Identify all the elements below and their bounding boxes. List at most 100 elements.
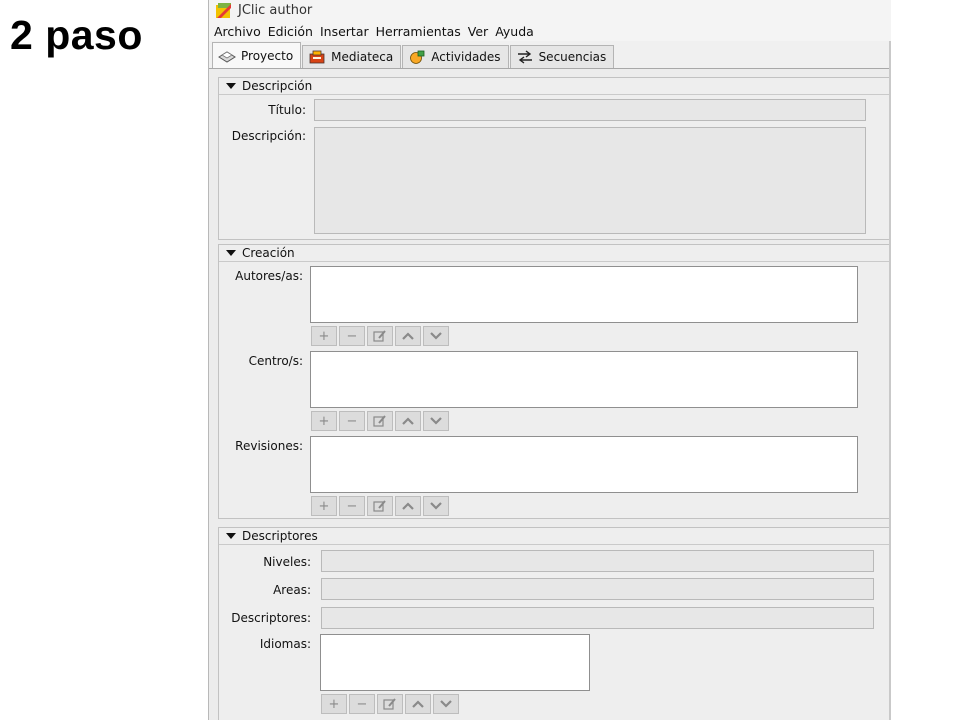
move-down-button[interactable]	[423, 326, 449, 346]
tab-proyecto[interactable]: Proyecto	[212, 42, 302, 68]
add-icon: +	[318, 413, 330, 429]
collapse-triangle-icon	[226, 83, 236, 89]
areas-label: Areas:	[273, 583, 311, 597]
menu-edicion[interactable]: Edición	[268, 24, 313, 39]
jclic-author-window: JClic author Archivo Edición Insertar He…	[208, 0, 891, 720]
move-up-icon	[402, 502, 414, 510]
move-up-button[interactable]	[395, 496, 421, 516]
menu-archivo[interactable]: Archivo	[214, 24, 261, 39]
add-button[interactable]: +	[311, 326, 337, 346]
add-icon: +	[328, 696, 340, 712]
add-button[interactable]: +	[311, 496, 337, 516]
move-down-icon	[430, 332, 442, 340]
panel-title: Descripción	[242, 79, 313, 93]
descripcion-label: Descripción:	[231, 129, 306, 143]
move-down-button[interactable]	[423, 496, 449, 516]
move-down-icon	[440, 700, 452, 708]
remove-icon: −	[356, 696, 368, 712]
move-up-button[interactable]	[395, 411, 421, 431]
autores-list[interactable]	[310, 266, 858, 323]
edit-button[interactable]	[367, 411, 393, 431]
revisiones-list-toolbar: + −	[311, 496, 451, 516]
panel-title: Creación	[242, 246, 295, 260]
collapse-triangle-icon	[226, 533, 236, 539]
activities-icon	[410, 50, 425, 64]
edit-button[interactable]	[367, 326, 393, 346]
tab-secuencias[interactable]: Secuencias	[509, 45, 615, 68]
descriptores-field[interactable]	[321, 607, 874, 629]
window-right-edge	[889, 41, 891, 720]
jclic-logo-icon	[216, 3, 231, 18]
areas-field[interactable]	[321, 578, 874, 600]
centros-list[interactable]	[310, 351, 858, 408]
edit-button[interactable]	[367, 496, 393, 516]
remove-button[interactable]: −	[339, 411, 365, 431]
niveles-field[interactable]	[321, 550, 874, 572]
move-down-icon	[430, 417, 442, 425]
collapse-triangle-icon	[226, 250, 236, 256]
idiomas-list-toolbar: + −	[321, 694, 461, 714]
idiomas-list[interactable]	[320, 634, 590, 691]
tab-label: Proyecto	[241, 48, 294, 63]
move-down-button[interactable]	[423, 411, 449, 431]
add-icon: +	[318, 328, 330, 344]
tab-mediateca[interactable]: Mediateca	[302, 45, 402, 68]
move-down-button[interactable]	[433, 694, 459, 714]
descripcion-panel: Descripción Título: Descripción:	[218, 77, 891, 240]
sequences-icon	[517, 50, 532, 64]
edit-icon	[373, 330, 386, 342]
menu-herramientas[interactable]: Herramientas	[376, 24, 461, 39]
tab-label: Mediateca	[331, 50, 394, 64]
menu-insertar[interactable]: Insertar	[320, 24, 369, 39]
project-icon	[218, 50, 236, 63]
tab-label: Actividades	[431, 50, 501, 64]
slide-title: 2 paso	[10, 12, 143, 58]
remove-button[interactable]: −	[339, 326, 365, 346]
edit-button[interactable]	[377, 694, 403, 714]
creacion-panel: Creación Autores/as: + − Centro/s: + − R…	[218, 244, 891, 519]
tab-label: Secuencias	[538, 50, 607, 64]
titulo-field[interactable]	[314, 99, 866, 121]
menu-ayuda[interactable]: Ayuda	[495, 24, 534, 39]
descripcion-header[interactable]: Descripción	[219, 78, 891, 95]
move-up-icon	[402, 332, 414, 340]
move-up-icon	[412, 700, 424, 708]
titulo-label: Título:	[268, 103, 306, 117]
autores-label: Autores/as:	[235, 269, 303, 283]
edit-icon	[373, 415, 386, 427]
add-icon: +	[318, 498, 330, 514]
add-button[interactable]: +	[321, 694, 347, 714]
descriptores-header[interactable]: Descriptores	[219, 528, 891, 545]
centros-list-toolbar: + −	[311, 411, 451, 431]
menu-bar: Archivo Edición Insertar Herramientas Ve…	[209, 22, 891, 41]
descriptores-label: Descriptores:	[231, 611, 311, 625]
autores-list-toolbar: + −	[311, 326, 451, 346]
move-down-icon	[430, 502, 442, 510]
move-up-button[interactable]	[405, 694, 431, 714]
creacion-header[interactable]: Creación	[219, 245, 891, 262]
title-bar: JClic author	[209, 0, 891, 22]
window-title: JClic author	[238, 3, 313, 18]
move-up-button[interactable]	[395, 326, 421, 346]
edit-icon	[373, 500, 386, 512]
edit-icon	[383, 698, 396, 710]
panel-title: Descriptores	[242, 529, 318, 543]
main-tabs: Proyecto Mediateca Actividades Secuencia…	[209, 41, 891, 69]
descripcion-textarea[interactable]	[314, 127, 866, 234]
media-library-icon	[309, 50, 325, 64]
remove-button[interactable]: −	[349, 694, 375, 714]
revisiones-label: Revisiones:	[235, 439, 303, 453]
tab-actividades[interactable]: Actividades	[402, 45, 509, 68]
remove-icon: −	[346, 413, 358, 429]
remove-icon: −	[346, 328, 358, 344]
revisiones-list[interactable]	[310, 436, 858, 493]
remove-button[interactable]: −	[339, 496, 365, 516]
move-up-icon	[402, 417, 414, 425]
remove-icon: −	[346, 498, 358, 514]
descriptores-panel: Descriptores Niveles: Areas: Descriptore…	[218, 527, 891, 720]
menu-ver[interactable]: Ver	[468, 24, 488, 39]
idiomas-label: Idiomas:	[259, 637, 311, 651]
add-button[interactable]: +	[311, 411, 337, 431]
niveles-label: Niveles:	[263, 555, 311, 569]
centros-label: Centro/s:	[248, 354, 303, 368]
